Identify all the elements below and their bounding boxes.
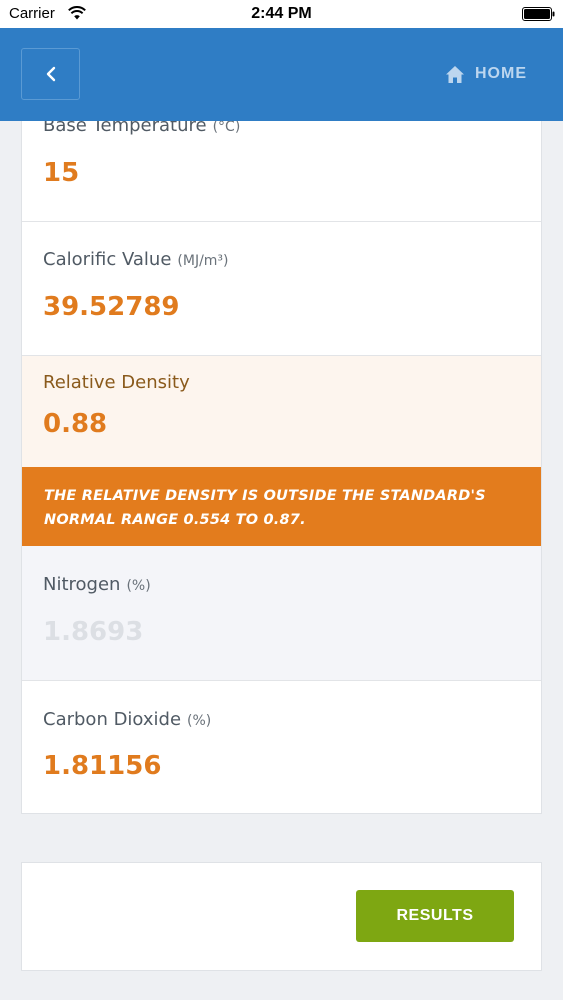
relative-density-warning: THE RELATIVE DENSITY IS OUTSIDE THE STAN… <box>22 467 541 546</box>
battery-icon <box>522 7 555 21</box>
status-bar: Carrier 2:44 PM <box>0 0 563 28</box>
relative-density-value: 0.88 <box>43 409 108 439</box>
field-unit: (°C) <box>212 119 241 135</box>
field-unit: (%) <box>126 578 151 594</box>
app-header: HOME <box>0 28 563 121</box>
results-card: RESULTS <box>21 862 542 971</box>
home-icon <box>446 65 464 83</box>
field-nitrogen[interactable]: Nitrogen (%) 1.8693 <box>22 546 541 681</box>
home-button[interactable]: HOME <box>445 62 527 86</box>
base-temperature-value: 15 <box>43 158 80 188</box>
field-relative-density[interactable]: Relative Density 0.88 <box>22 356 541 467</box>
field-unit: (%) <box>187 713 212 729</box>
nitrogen-value: 1.8693 <box>43 617 144 647</box>
chevron-left-icon <box>46 66 55 82</box>
results-button[interactable]: RESULTS <box>356 890 514 942</box>
calorific-value-value: 39.52789 <box>43 292 180 322</box>
field-carbon-dioxide[interactable]: Carbon Dioxide (%) 1.81156 <box>22 681 541 814</box>
home-label: HOME <box>475 65 527 82</box>
field-label: Calorific Value (MJ/m³) <box>43 249 229 270</box>
field-unit: (MJ/m³) <box>177 253 229 269</box>
back-button[interactable] <box>21 48 80 100</box>
field-label: Nitrogen (%) <box>43 574 151 595</box>
status-time: 2:44 PM <box>251 5 312 22</box>
field-label: Carbon Dioxide (%) <box>43 709 212 730</box>
gas-properties-card: Base Temperature (°C) 15 Calorific Value(… <box>21 88 542 814</box>
field-calorific-value[interactable]: Calorific Value (MJ/m³) 39.52789 <box>22 222 541 356</box>
carbon-dioxide-value: 1.81156 <box>43 751 162 781</box>
field-label: Relative Density <box>43 372 190 393</box>
